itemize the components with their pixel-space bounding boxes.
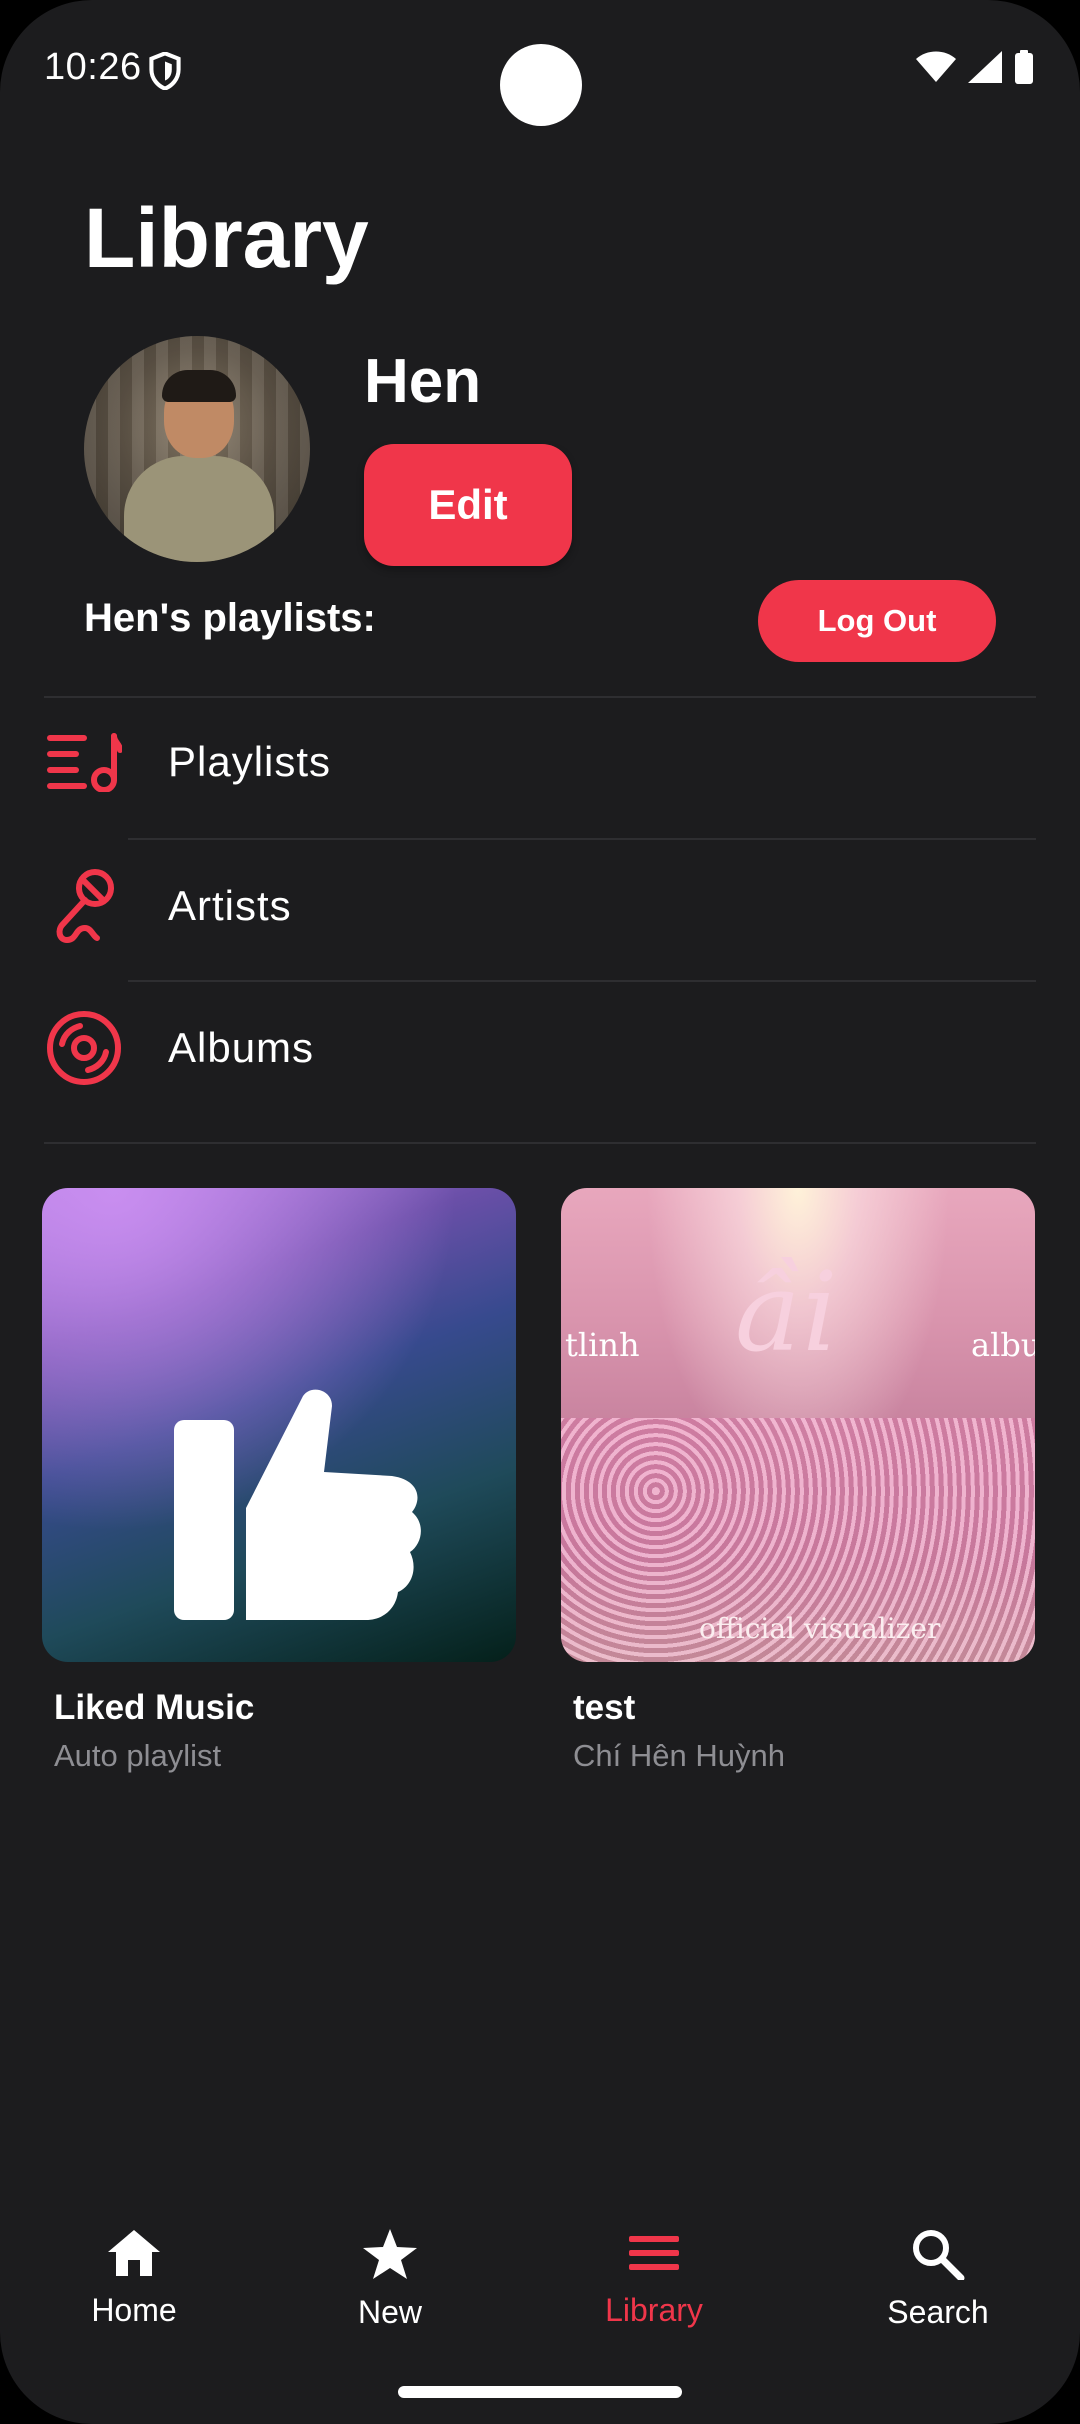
signal-icon — [968, 51, 1002, 83]
page-title: Library — [84, 191, 369, 285]
wifi-icon — [916, 51, 956, 82]
menu-icon — [629, 2236, 679, 2270]
menu-label-artists: Artists — [168, 882, 292, 929]
playlist-card-test[interactable]: tlinh ầi albu official visualizer test C… — [561, 1188, 1035, 1774]
bottom-nav: Home New Library Search — [0, 2200, 1080, 2360]
artwork-text-bottom: official visualizer — [699, 1612, 941, 1645]
phone-screen: 10:26 Library Hen Edit Hen's playlists: — [0, 0, 1080, 2424]
status-time: 10:26 — [44, 46, 142, 88]
divider — [44, 1142, 1036, 1144]
artwork-text-center: ầi — [735, 1248, 838, 1376]
menu-item-artists[interactable]: Artists — [44, 836, 1036, 976]
card-subtitle: Chí Hên Huỳnh — [573, 1738, 785, 1773]
card-subtitle: Auto playlist — [54, 1738, 222, 1773]
nav-home[interactable]: Home — [34, 2228, 234, 2329]
artwork-text-left: tlinh — [565, 1326, 640, 1364]
menu-item-playlists[interactable]: Playlists — [44, 692, 1036, 832]
nav-new[interactable]: New — [290, 2228, 490, 2331]
home-icon — [108, 2230, 160, 2276]
logout-button[interactable]: Log Out — [758, 580, 996, 662]
test-artwork: tlinh ầi albu official visualizer — [561, 1188, 1035, 1662]
profile-name: Hen — [364, 347, 482, 416]
nav-label: New — [357, 2294, 422, 2330]
shield-icon — [149, 52, 181, 90]
menu-label-playlists: Playlists — [168, 738, 332, 785]
microphone-icon — [44, 866, 124, 946]
liked-music-artwork — [42, 1188, 516, 1662]
avatar[interactable] — [84, 336, 310, 562]
nav-search[interactable]: Search — [838, 2228, 1038, 2331]
nav-label: Library — [605, 2292, 703, 2328]
playlist-card-liked-music[interactable]: Liked Music Auto playlist — [42, 1188, 516, 1774]
home-indicator[interactable] — [398, 2386, 682, 2398]
vinyl-icon — [44, 1008, 124, 1088]
nav-label: Search — [887, 2294, 989, 2330]
menu-label-albums: Albums — [168, 1024, 315, 1071]
card-title: Liked Music — [54, 1688, 255, 1727]
status-icons — [916, 50, 1034, 84]
menu-item-albums[interactable]: Albums — [44, 978, 1036, 1118]
artwork-text-right: albu — [971, 1326, 1035, 1364]
star-icon — [363, 2229, 417, 2279]
battery-icon — [1015, 50, 1033, 84]
search-icon — [913, 2230, 965, 2280]
status-bar: 10:26 — [0, 0, 1080, 140]
nav-library[interactable]: Library — [554, 2228, 754, 2329]
thumbs-up-icon — [174, 1389, 421, 1620]
playlist-icon — [44, 722, 124, 802]
edit-profile-button[interactable]: Edit — [364, 444, 572, 566]
card-title: test — [573, 1688, 636, 1727]
camera-cutout — [500, 44, 582, 126]
playlists-heading: Hen's playlists: — [84, 596, 376, 640]
nav-label: Home — [91, 2292, 177, 2328]
